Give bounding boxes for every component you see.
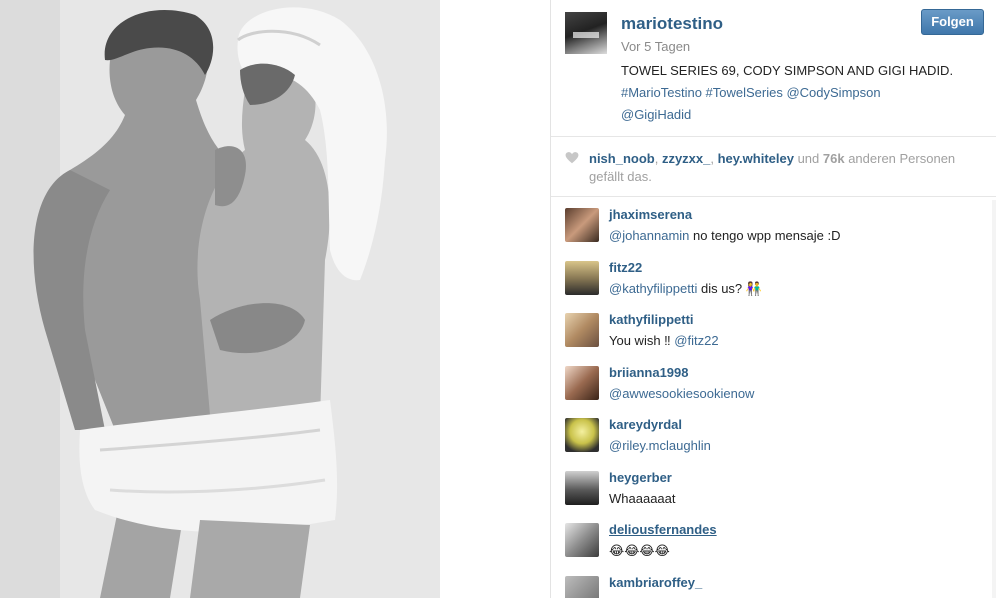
couple-emoji-icon: 👫 bbox=[745, 280, 762, 296]
caption-hashtags[interactable]: #MarioTestino #TowelSeries @CodySimpson bbox=[621, 82, 986, 104]
comment-item: heygerber Whaaaaaat bbox=[551, 460, 996, 513]
commenter-avatar[interactable] bbox=[565, 523, 599, 557]
comment-mention[interactable]: @riley.mclaughlin bbox=[609, 438, 711, 453]
comment-item: kareydyrdal @riley.mclaughlin bbox=[551, 407, 996, 460]
comment-text: @johannamin no tengo wpp mensaje :D bbox=[609, 228, 840, 243]
like-sep-2: , bbox=[710, 151, 718, 166]
like-user-1[interactable]: nish_noob bbox=[589, 151, 655, 166]
comments-scrollbar[interactable] bbox=[992, 200, 996, 598]
like-user-2[interactable]: zzyzxx_ bbox=[662, 151, 710, 166]
comment-mention[interactable]: @fitz22 bbox=[674, 333, 718, 348]
comment-list: jhaximserena @johannamin no tengo wpp me… bbox=[551, 197, 996, 598]
comment-text: @awwesookiesookienow bbox=[609, 386, 754, 401]
like-and: und bbox=[793, 151, 823, 166]
comment-item: briianna1998 @awwesookiesookienow bbox=[551, 355, 996, 408]
comment-body: dis us? bbox=[697, 280, 746, 296]
commenter-avatar[interactable] bbox=[565, 365, 599, 400]
like-count[interactable]: 76k bbox=[823, 151, 845, 166]
commenter-username[interactable]: heygerber bbox=[609, 470, 672, 485]
comment-mention[interactable]: @awwesookiesookienow bbox=[609, 386, 754, 401]
post-timestamp[interactable]: Vor 5 Tagen bbox=[621, 39, 690, 54]
post-header: mariotestino Folgen Vor 5 Tagen TOWEL SE… bbox=[551, 0, 996, 137]
commenter-username[interactable]: kareydyrdal bbox=[609, 417, 682, 432]
comment-text: You wish ‼ @fitz22 bbox=[609, 333, 719, 348]
commenter-avatar[interactable] bbox=[565, 470, 599, 505]
comment-item: fitz22 @kathyfilippetti dis us? 👫 bbox=[551, 250, 996, 303]
comment-body: Whaaaaaat bbox=[609, 490, 676, 506]
follow-button[interactable]: Folgen bbox=[921, 9, 984, 35]
post-caption: TOWEL SERIES 69, CODY SIMPSON AND GIGI H… bbox=[621, 60, 986, 126]
comment-item: kathyfilippetti You wish ‼ @fitz22 bbox=[551, 302, 996, 355]
commenter-username[interactable]: kambriaroffey_ bbox=[609, 575, 702, 590]
comment-item: jhaximserena @johannamin no tengo wpp me… bbox=[551, 197, 996, 250]
commenter-username[interactable]: fitz22 bbox=[609, 260, 642, 275]
commenter-avatar[interactable] bbox=[565, 418, 599, 452]
comment-item: kambriaroffey_ bbox=[551, 565, 996, 598]
heart-icon[interactable] bbox=[565, 151, 579, 165]
commenter-avatar[interactable] bbox=[565, 313, 599, 347]
commenter-username[interactable]: briianna1998 bbox=[609, 365, 689, 380]
commenter-username[interactable]: jhaximserena bbox=[609, 207, 692, 222]
photo-illustration bbox=[0, 0, 440, 598]
commenter-username[interactable]: deliousfernandes bbox=[609, 522, 717, 537]
caption-text: TOWEL SERIES 69, CODY SIMPSON AND GIGI H… bbox=[621, 63, 954, 78]
comment-body: You wish ‼ bbox=[609, 333, 675, 348]
like-user-3[interactable]: hey.whiteley bbox=[718, 151, 794, 166]
commenter-avatar[interactable] bbox=[565, 575, 599, 598]
author-username[interactable]: mariotestino bbox=[621, 14, 723, 34]
post-photo[interactable] bbox=[0, 0, 440, 598]
comment-item: deliousfernandes 😂😂😂😂 bbox=[551, 512, 996, 565]
comment-body: no tengo wpp mensaje :D bbox=[689, 228, 841, 243]
comment-text: @riley.mclaughlin bbox=[609, 438, 711, 453]
commenter-avatar[interactable] bbox=[565, 208, 599, 242]
post-side-panel: mariotestino Folgen Vor 5 Tagen TOWEL SE… bbox=[550, 0, 996, 598]
comment-mention[interactable]: @kathyfilippetti bbox=[609, 281, 697, 296]
comment-text: @kathyfilippetti dis us? 👫 bbox=[609, 281, 762, 297]
laughing-emoji-icon: 😂😂😂😂 bbox=[609, 543, 670, 558]
commenter-username[interactable]: kathyfilippetti bbox=[609, 312, 694, 327]
commenter-avatar[interactable] bbox=[565, 260, 599, 295]
whitespace-gap bbox=[440, 0, 550, 598]
comment-text: 😂😂😂😂 bbox=[609, 543, 670, 559]
likes-summary: nish_noob, zzyzxx_, hey.whiteley und 76k… bbox=[551, 137, 996, 197]
comment-text: Whaaaaaat bbox=[609, 491, 676, 506]
like-sep-1: , bbox=[654, 151, 662, 166]
author-avatar[interactable] bbox=[565, 12, 607, 54]
comment-mention[interactable]: @johannamin bbox=[609, 228, 689, 243]
caption-mention[interactable]: @GigiHadid bbox=[621, 104, 986, 126]
